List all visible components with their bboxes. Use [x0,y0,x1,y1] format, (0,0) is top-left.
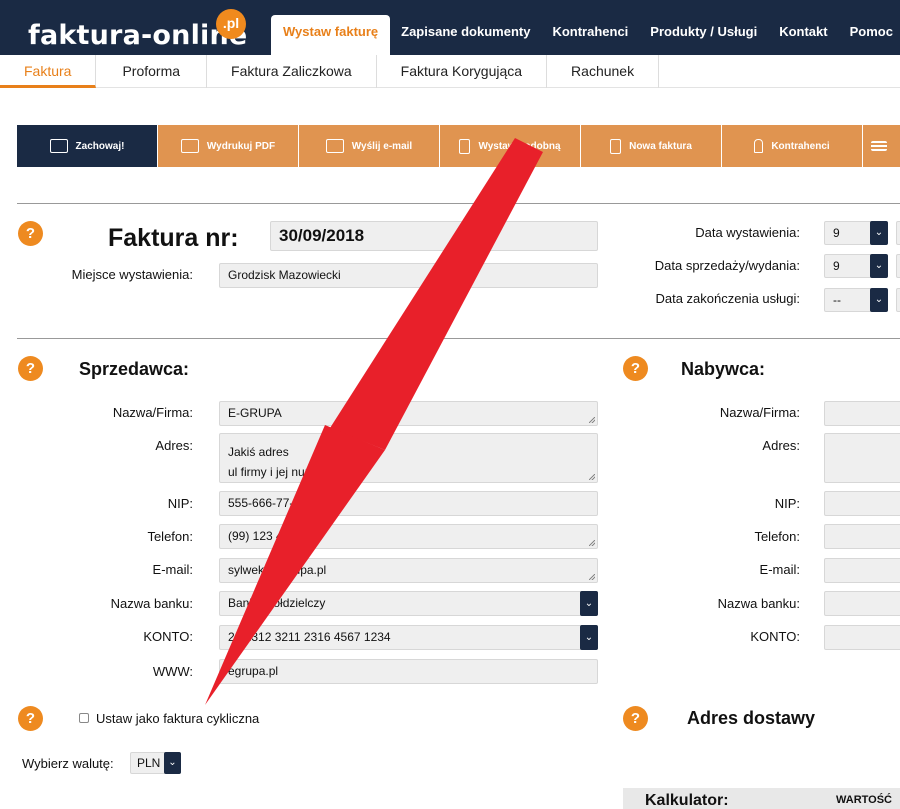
divider [17,203,900,204]
seller-bank-label: Nazwa banku: [110,596,193,611]
buyer-address-input[interactable] [824,433,900,483]
tab-faktura[interactable]: Faktura [0,55,97,88]
seller-account-select[interactable]: 26 1312 3211 2316 4567 1234 [219,625,598,650]
divider [17,338,900,339]
cyclic-invoice-checkbox[interactable] [79,713,89,723]
seller-name-input[interactable]: E-GRUPA [219,401,598,426]
seller-email-input[interactable]: sylwek@egrupa.pl [219,558,598,583]
calculator-title: Kalkulator: [645,792,729,809]
chevron-down-icon[interactable]: ⌄ [870,288,888,312]
buyer-email-label: E-mail: [759,562,800,577]
seller-phone-input[interactable]: (99) 123 4 [219,524,598,549]
buyer-name-input[interactable] [824,401,900,426]
help-icon[interactable]: ? [18,706,43,731]
seller-address-label: Adres: [155,438,193,453]
seller-nip-input[interactable]: 555-666-77-8 [219,491,598,516]
action-toolbar: Zachowaj! Wydrukuj PDF Wyślij e-mail Wys… [17,125,900,167]
buyer-nip-label: NIP: [774,496,800,511]
send-email-button[interactable]: Wyślij e-mail [299,125,439,167]
chevron-down-icon[interactable]: ⌄ [870,254,888,278]
menu-item-produkty-uslugi[interactable]: Produkty / Usługi [639,15,768,55]
print-pdf-button[interactable]: Wydrukuj PDF [158,125,298,167]
document-icon [610,138,622,154]
person-icon [754,139,764,153]
menu-item-kontakt[interactable]: Kontakt [768,15,838,55]
buyer-account-label: KONTO: [750,629,800,644]
seller-nip-label: NIP: [167,496,193,511]
main-menu: Wystaw fakturę Zapisane dokumenty Kontra… [271,15,900,55]
invoice-number-input[interactable]: 30/09/2018 [270,221,598,251]
copy-icon [459,138,471,154]
logo[interactable]: faktura-online [28,20,247,51]
more-button[interactable] [863,125,900,167]
contractors-button[interactable]: Kontrahenci [722,125,862,167]
envelope-icon [325,139,344,153]
sale-date-label: Data sprzedaży/wydania: [654,258,800,273]
calculator-value-header: WARTOŚĆ [835,794,892,806]
seller-address-input[interactable]: Jakiś adres ul firmy i jej num [219,433,598,483]
buyer-name-label: Nazwa/Firma: [719,405,800,420]
currency-label: Wybierz walutę: [22,756,114,771]
buyer-address-label: Adres: [762,438,800,453]
menu-item-kontrahenci[interactable]: Kontrahenci [541,15,639,55]
cyclic-invoice-label: Ustaw jako faktura cykliczna [96,711,260,726]
duplicate-invoice-button[interactable]: Wystaw podobną [440,125,580,167]
tab-rachunek[interactable]: Rachunek [547,55,660,88]
seller-www-input[interactable]: egrupa.pl [219,659,598,684]
menu-item-zapisane-dokumenty[interactable]: Zapisane dokumenty [390,15,541,55]
buyer-email-input[interactable] [824,558,900,583]
printer-icon [180,139,199,153]
menu-item-pomoc[interactable]: Pomoc [839,15,900,55]
buyer-bank-label: Nazwa banku: [717,596,800,611]
seller-bank-select[interactable]: Bank Spółdzielczy [219,591,598,616]
sale-month-select[interactable] [896,254,900,278]
help-icon[interactable]: ? [623,706,648,731]
tab-faktura-zaliczkowa[interactable]: Faktura Zaliczkowa [207,55,377,88]
chevron-down-icon[interactable]: ⌄ [164,752,181,774]
buyer-nip-input[interactable] [824,491,900,516]
new-invoice-button[interactable]: Nowa faktura [581,125,721,167]
seller-phone-label: Telefon: [147,529,193,544]
help-icon[interactable]: ? [623,356,648,381]
chevron-down-icon[interactable]: ⌄ [870,221,888,245]
tab-faktura-korygujaca[interactable]: Faktura Korygująca [377,55,548,88]
place-label: Miejsce wystawienia: [71,267,193,282]
seller-www-label: WWW: [152,664,193,679]
logo-badge: .pl [216,9,246,39]
issue-month-select[interactable] [896,221,900,245]
buyer-phone-label: Telefon: [754,529,800,544]
seller-title: Sprzedawca: [79,359,190,379]
issue-date-label: Data wystawienia: [695,225,800,240]
delivery-address-title: Adres dostawy [687,708,816,728]
seller-email-label: E-mail: [152,562,193,577]
buyer-bank-input[interactable] [824,591,900,616]
place-input[interactable]: Grodzisk Mazowiecki [219,263,598,288]
top-navigation-bar: faktura-online .pl Wystaw fakturę Zapisa… [0,0,900,55]
seller-name-label: Nazwa/Firma: [112,405,193,420]
help-icon[interactable]: ? [18,221,43,246]
end-date-label: Data zakończenia usługi: [655,291,800,306]
buyer-account-input[interactable] [824,625,900,650]
menu-item-wystaw-fakture[interactable]: Wystaw fakturę [271,15,391,55]
chevron-down-icon[interactable]: ⌄ [580,591,598,616]
end-month-select[interactable] [896,288,900,312]
chevron-down-icon[interactable]: ⌄ [580,625,598,650]
buyer-title: Nabywca: [681,359,766,379]
invoice-title: Faktura nr: [108,224,239,252]
document-type-tabs: Faktura Proforma Faktura Zaliczkowa Fakt… [0,55,900,88]
tab-proforma[interactable]: Proforma [96,55,208,88]
floppy-disk-icon [49,139,68,153]
list-icon [871,141,887,151]
buyer-phone-input[interactable] [824,524,900,549]
calculator-panel: Kalkulator: WARTOŚĆ [623,788,900,809]
save-button[interactable]: Zachowaj! [17,125,157,167]
seller-account-label: KONTO: [143,629,193,644]
help-icon[interactable]: ? [18,356,43,381]
